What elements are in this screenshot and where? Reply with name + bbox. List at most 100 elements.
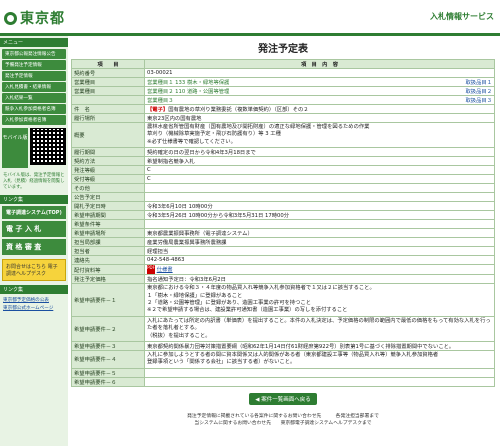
table-row: 希望申請要件－２ 入札にあたっては所定の内訳書（単価表）を提出すること。本件の入札… (71, 315, 495, 343)
table-row: 件 名【電子】国有農地の草刈り業務委託（複数単価契約）（区部）その２ (71, 104, 495, 114)
e-bidding-button[interactable]: 電 子 入 札 (2, 220, 66, 237)
row-value: 営業種目１ 133 樹木・緑地等保護 取扱品目１ (144, 77, 495, 87)
row-value (144, 367, 495, 378)
handling-item-link[interactable]: 取扱品目１ (466, 78, 493, 86)
page-footer: 発注予定情報に掲載されている各案件に関するお問い合わせ先 各発注担当部署まで 当… (70, 413, 496, 427)
row-value: 指名通知予定日：令和3年6月2日 (144, 274, 495, 285)
row-value-text: 営業種目３ (147, 98, 174, 104)
spec-pdf-link[interactable]: 仕様書 (157, 267, 173, 273)
header-item: 項 目 (71, 59, 145, 69)
table-row: 営業種目３ 取扱品目３ (71, 95, 495, 105)
row-label: 開札予定日時 (71, 201, 145, 212)
qualification-button[interactable]: 資 格 審 査 (2, 238, 66, 255)
row-value: 03-00021 (144, 68, 495, 78)
table-row: 配付資料等 PDF 仕様書 (71, 264, 495, 276)
mobile-button[interactable]: モバイル版 (2, 128, 29, 168)
row-label: 営業種目 (71, 86, 145, 96)
row-value: 入札にあたっては所定の内訳書（単価表）を提出すること。本件の入札決定は、予定価格… (144, 315, 495, 343)
sidebar-item-kekka[interactable]: 入札結果一覧 (2, 93, 66, 103)
sidebar-item-nyusatsu-keika[interactable]: 入札見積書・結果情報 (2, 82, 66, 92)
row-value-line: 登録事項という「関係する会社」に該当する者）がないこと。 (147, 359, 296, 366)
row-label: 発注予定価格 (71, 274, 145, 285)
tokyo-logo-icon (4, 11, 17, 25)
row-label (71, 95, 145, 105)
row-value (144, 192, 495, 203)
row-label: 希望申請要件－４ (71, 350, 145, 369)
row-value: 農林水産省所管国有財産（国有農地及び開拓財産）の適正な緑地保護・管理を図るための… (144, 121, 495, 149)
table-row: 発注予定価格 指名通知予定日：令和3年6月2日 (71, 274, 495, 285)
sidebar-item-sanka[interactable]: 入札参加資格者名簿 (2, 115, 66, 125)
row-value: 【電子】国有農地の草刈り業務委託（複数単価契約）（区部）その２ (144, 104, 495, 114)
table-row: その他 (71, 183, 495, 194)
row-value-text: 東京23区内の国有農地 (147, 116, 202, 122)
row-value-text: 指名通知予定日：令和3年6月2日 (147, 277, 226, 284)
help-desk-button[interactable]: お問合せはこちら 電子調達ヘルプデスク (2, 258, 66, 281)
service-title: 入札情報サービス (430, 12, 494, 21)
row-value-line: （税抜）を提出すること。 (147, 332, 211, 339)
sidebar-item-meibo[interactable]: 競争入札参加資格者名簿 (2, 104, 66, 114)
row-label: 希望条件等 (71, 219, 145, 230)
table-row: 希望申請要件－６ (71, 376, 495, 387)
sidebar-menu-title: メニュー (0, 38, 68, 47)
row-value-line: 草刈り（機械除草実施予定・飛び石防護有り）等 3 工種 (147, 131, 281, 138)
sidebar: メニュー 東京都公報発注情報公告 予備発注予定情報 発注予定情報 入札見積書・結… (0, 36, 68, 446)
row-value: 産業労働局農業振興事務所農務課 (144, 237, 495, 248)
back-to-list-button[interactable]: ◀ 案件一覧画面へ戻る (249, 392, 317, 405)
table-header-row: 項 目 項 目 内 容 (71, 59, 495, 69)
table-row: 希望申請要件－５ (71, 367, 495, 378)
row-value-line: 東京都における令和３・４年度の物品買入れ等競争入札参加資格者で１又は２に該当する… (147, 285, 375, 292)
row-value-text: 希望制指名競争入札 (147, 159, 195, 166)
link-yotei-kakaku[interactable]: 東京都予定価格の公表 (0, 296, 68, 304)
row-value: 経理担当 (144, 246, 495, 257)
table-row: 希望申請要件－４ 入札に参加しようとする者の間に資本関係又は人的関係がある者（東京… (71, 350, 495, 369)
row-value-text: 令和3年6月10日 10時00分 (147, 204, 213, 211)
row-label: 連絡先 (71, 255, 145, 266)
footer-line-1: 発注予定情報に掲載されている各案件に関するお問い合わせ先 各発注担当部署まで (187, 414, 379, 419)
row-value-text: 契約確定の日の翌日から令和4年3月18日まで (147, 150, 256, 157)
row-label: 希望申請要件－５ (71, 367, 145, 378)
row-value-text: 営業種目２ 110 道路・公園等管理 (147, 89, 230, 95)
row-value-line: ※２で希望申請する場合は、建設業許可通知書（造園工事業）の写しを添付すること (147, 307, 348, 314)
electronic-tag: 【電子】 (147, 107, 169, 113)
table-row: 担当局部課 産業労働局農業振興事務所農務課 (71, 237, 495, 248)
tokyo-logo[interactable]: 東京都 (4, 8, 65, 28)
link-official-site[interactable]: 東京都公式ホームページ (0, 304, 68, 312)
row-value: C (144, 165, 495, 176)
table-row: 履行期間 契約確定の日の翌日から令和4年3月18日まで (71, 147, 495, 158)
row-label: 履行期間 (71, 147, 145, 158)
row-value-line: ※必ず仕様書等で確認してください。 (147, 138, 236, 145)
row-value: C (144, 174, 495, 185)
table-row: 担当者 経理担当 (71, 246, 495, 257)
sidebar-links-title-2: リンク集 (0, 284, 68, 294)
sidebar-item-koho[interactable]: 東京都公報発注情報公告 (2, 49, 66, 59)
row-label: 希望申請場所 (71, 228, 145, 239)
table-row: 契約番号 03-00021 (71, 68, 495, 78)
row-value-text: 産業労働局農業振興事務所農務課 (147, 240, 227, 247)
table-row: 希望条件等 (71, 219, 495, 230)
row-label: 希望申請期間 (71, 210, 145, 221)
row-value: 営業種目３ 取扱品目３ (144, 95, 495, 105)
row-value-text: 経理担当 (147, 249, 169, 256)
row-label: 営業種目 (71, 77, 145, 87)
e-procurement-top-button[interactable]: 電子調達システム(TOP) (2, 205, 66, 219)
table-row: 開札予定日時 令和3年6月10日 10時00分 (71, 201, 495, 212)
row-label: 発注等級 (71, 165, 145, 176)
row-value-text: 東京都契約関係暴力団等対策措置要綱（昭和62年1月14日付61財経庶第922号）… (147, 344, 455, 351)
row-value (144, 376, 495, 387)
row-value: 東京都契約関係暴力団等対策措置要綱（昭和62年1月14日付61財経庶第922号）… (144, 341, 495, 352)
handling-item-link[interactable]: 取扱品目２ (466, 87, 493, 95)
sidebar-item-hatchu[interactable]: 発注予定情報 (2, 71, 66, 81)
row-value: 042-548-4863 (144, 255, 495, 266)
row-label: 希望申請要件－２ (71, 315, 145, 343)
footer-line-2: 当システムに関するお問い合わせ先 東京都電子調達システムヘルプデスクまで (194, 421, 372, 427)
row-label: 希望申請要件－１ (71, 283, 145, 317)
table-row: 契約方法 希望制指名競争入札 (71, 156, 495, 167)
row-value: 東京23区内の国有農地 (144, 113, 495, 123)
sidebar-item-yobi[interactable]: 予備発注予定情報 (2, 60, 66, 70)
row-value-text: 営業種目１ 133 樹木・緑地等保護 (147, 80, 230, 86)
handling-item-link[interactable]: 取扱品目３ (466, 96, 493, 104)
row-label: 配付資料等 (71, 264, 145, 276)
order-schedule-table: 項 目 項 目 内 容 契約番号 03-00021 営業種目 営業種目１ 133 樹木… (71, 59, 495, 387)
row-label: 履行場所 (71, 113, 145, 123)
page-title: 発注予定表 (258, 44, 308, 55)
